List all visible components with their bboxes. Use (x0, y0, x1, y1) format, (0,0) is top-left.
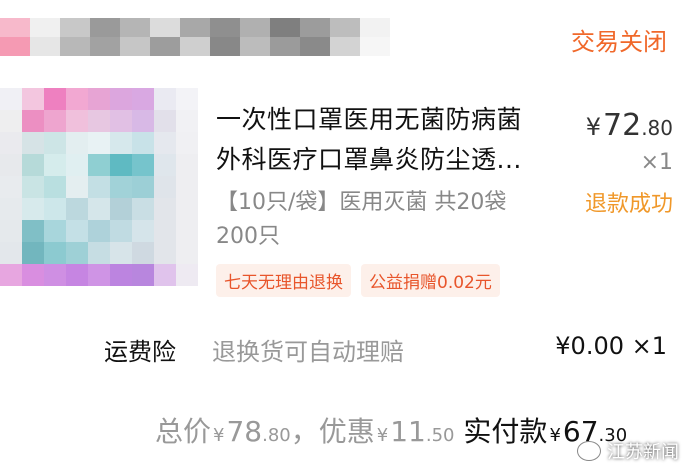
discount-decimal: .50 (425, 425, 455, 446)
product-title-line2: 外科医疗口罩鼻炎防尘透... (216, 145, 522, 174)
price-currency: ¥ (585, 113, 601, 141)
news-watermark: 江苏新闻 (577, 438, 679, 464)
product-quantity: ×1 (640, 150, 673, 175)
pay-label: 实付款 (463, 415, 548, 448)
product-title[interactable]: 一次性口罩医用无菌防病菌 外科医疗口罩鼻炎防尘透... (216, 100, 556, 180)
wechat-icon (577, 441, 601, 461)
spec-line1: 【10只/袋】医用灭菌 共20袋 (216, 190, 507, 215)
product-thumbnail[interactable] (0, 88, 198, 286)
spec-line2: 200只 (216, 224, 280, 249)
discount-currency: ¥ (376, 425, 389, 446)
summary-separator: ， (290, 415, 319, 448)
total-integer: 78 (226, 415, 263, 448)
order-summary: 总价 ¥78.80，优惠 ¥11.50 实付款 ¥67.30 (155, 410, 627, 450)
shop-header[interactable]: 交易关闭 (0, 0, 689, 70)
watermark-text: 江苏新闻 (607, 442, 679, 463)
product-tags: 七天无理由退换 公益捐赠0.02元 (216, 264, 500, 297)
order-status: 交易关闭 (571, 28, 667, 56)
product-price: ¥72.80 (586, 108, 673, 143)
shop-name-blurred (0, 18, 390, 56)
shipping-insurance-desc: 退换货可自动理赔 (212, 338, 404, 366)
price-decimal: .80 (641, 116, 673, 140)
product-spec: 【10只/袋】医用灭菌 共20袋 200只 (216, 186, 556, 254)
price-integer: 72 (603, 108, 642, 143)
shipping-insurance-price: ¥0.00 ×1 (555, 332, 667, 360)
tag-seven-day-return: 七天无理由退换 (216, 264, 351, 297)
pay-currency: ¥ (549, 425, 561, 446)
discount-integer: 11 (390, 415, 426, 448)
discount-label: 优惠 (318, 415, 375, 448)
tag-charity-donation: 公益捐赠0.02元 (361, 264, 500, 297)
refund-status[interactable]: 退款成功 (585, 186, 673, 218)
total-currency: ¥ (213, 425, 225, 446)
product-title-line1: 一次性口罩医用无菌防病菌 (216, 105, 523, 134)
total-decimal: .80 (262, 425, 291, 446)
total-label: 总价 (155, 415, 212, 448)
shipping-insurance-label: 运费险 (104, 338, 176, 366)
